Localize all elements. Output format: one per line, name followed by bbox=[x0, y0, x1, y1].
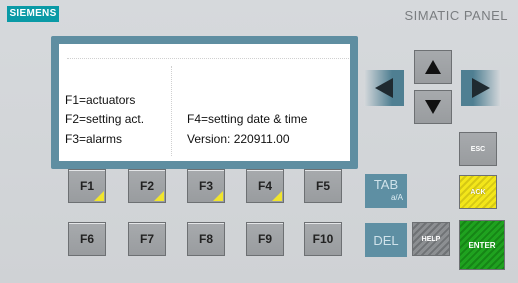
del-key-label: DEL bbox=[373, 232, 399, 248]
screen-line-3-left: F3=alarms bbox=[65, 132, 123, 146]
model-label: SIMATIC PANEL bbox=[404, 8, 508, 23]
f6-key-label: F6 bbox=[79, 232, 94, 246]
f4-key-label: F4 bbox=[257, 179, 272, 193]
left-arrow-key[interactable] bbox=[364, 70, 404, 106]
esc-key-label: ESC bbox=[470, 145, 486, 153]
f6-key[interactable]: F6 bbox=[68, 222, 106, 256]
screen-line-3-right: Version: 220911.00 bbox=[187, 132, 290, 146]
f10-key[interactable]: F10 bbox=[304, 222, 342, 256]
display-dotted-rule bbox=[67, 58, 349, 60]
arrow-left-icon bbox=[375, 78, 393, 98]
f3-led-corner bbox=[213, 191, 223, 201]
down-arrow-key[interactable] bbox=[414, 90, 452, 124]
f2-key[interactable]: F2 bbox=[128, 169, 166, 203]
f7-key-label: F7 bbox=[139, 232, 154, 246]
screen-line-2-left: F2=setting act. bbox=[65, 112, 145, 126]
tab-key[interactable]: TAB a/A bbox=[365, 174, 407, 208]
f4-led-corner bbox=[272, 191, 282, 201]
f1-key[interactable]: F1 bbox=[68, 169, 106, 203]
f8-key[interactable]: F8 bbox=[187, 222, 225, 256]
f3-key-label: F3 bbox=[198, 179, 213, 193]
f1-led-corner bbox=[94, 191, 104, 201]
tab-key-label: TAB bbox=[373, 177, 399, 192]
arrow-down-icon bbox=[425, 100, 441, 114]
del-key[interactable]: DEL bbox=[365, 223, 407, 257]
f5-key-label: F5 bbox=[315, 179, 330, 193]
enter-key-label: ENTER bbox=[468, 240, 496, 250]
display-dotted-column bbox=[171, 66, 173, 156]
help-key-label: HELP bbox=[421, 235, 441, 243]
f9-key-label: F9 bbox=[257, 232, 272, 246]
f1-key-label: F1 bbox=[79, 179, 94, 193]
arrow-right-icon bbox=[472, 78, 490, 98]
f2-key-label: F2 bbox=[139, 179, 154, 193]
enter-key[interactable]: ENTER bbox=[459, 220, 505, 270]
screen-line-1: F1=actuators bbox=[65, 93, 136, 107]
f3-key[interactable]: F3 bbox=[187, 169, 225, 203]
ack-key[interactable]: ACK bbox=[459, 175, 497, 209]
screen-line-2-right: F4=setting date & time bbox=[187, 112, 308, 126]
tab-key-sublabel: a/A bbox=[390, 193, 403, 202]
display-screen: F1=actuators F2=setting act. F4=setting … bbox=[59, 44, 350, 161]
esc-key[interactable]: ESC bbox=[459, 132, 497, 166]
ack-key-label: ACK bbox=[470, 188, 486, 196]
f7-key[interactable]: F7 bbox=[128, 222, 166, 256]
f10-key-label: F10 bbox=[312, 232, 334, 246]
f4-key[interactable]: F4 bbox=[246, 169, 284, 203]
f2-led-corner bbox=[154, 191, 164, 201]
f8-key-label: F8 bbox=[198, 232, 213, 246]
display-frame: F1=actuators F2=setting act. F4=setting … bbox=[51, 36, 358, 169]
f9-key[interactable]: F9 bbox=[246, 222, 284, 256]
f5-key[interactable]: F5 bbox=[304, 169, 342, 203]
brand-logo: SIEMENS bbox=[7, 6, 59, 22]
arrow-up-icon bbox=[425, 60, 441, 74]
up-arrow-key[interactable] bbox=[414, 50, 452, 84]
right-arrow-key[interactable] bbox=[461, 70, 501, 106]
help-key[interactable]: HELP bbox=[412, 222, 450, 256]
operator-panel: SIEMENS SIMATIC PANEL F1=actuators F2=se… bbox=[0, 0, 518, 283]
